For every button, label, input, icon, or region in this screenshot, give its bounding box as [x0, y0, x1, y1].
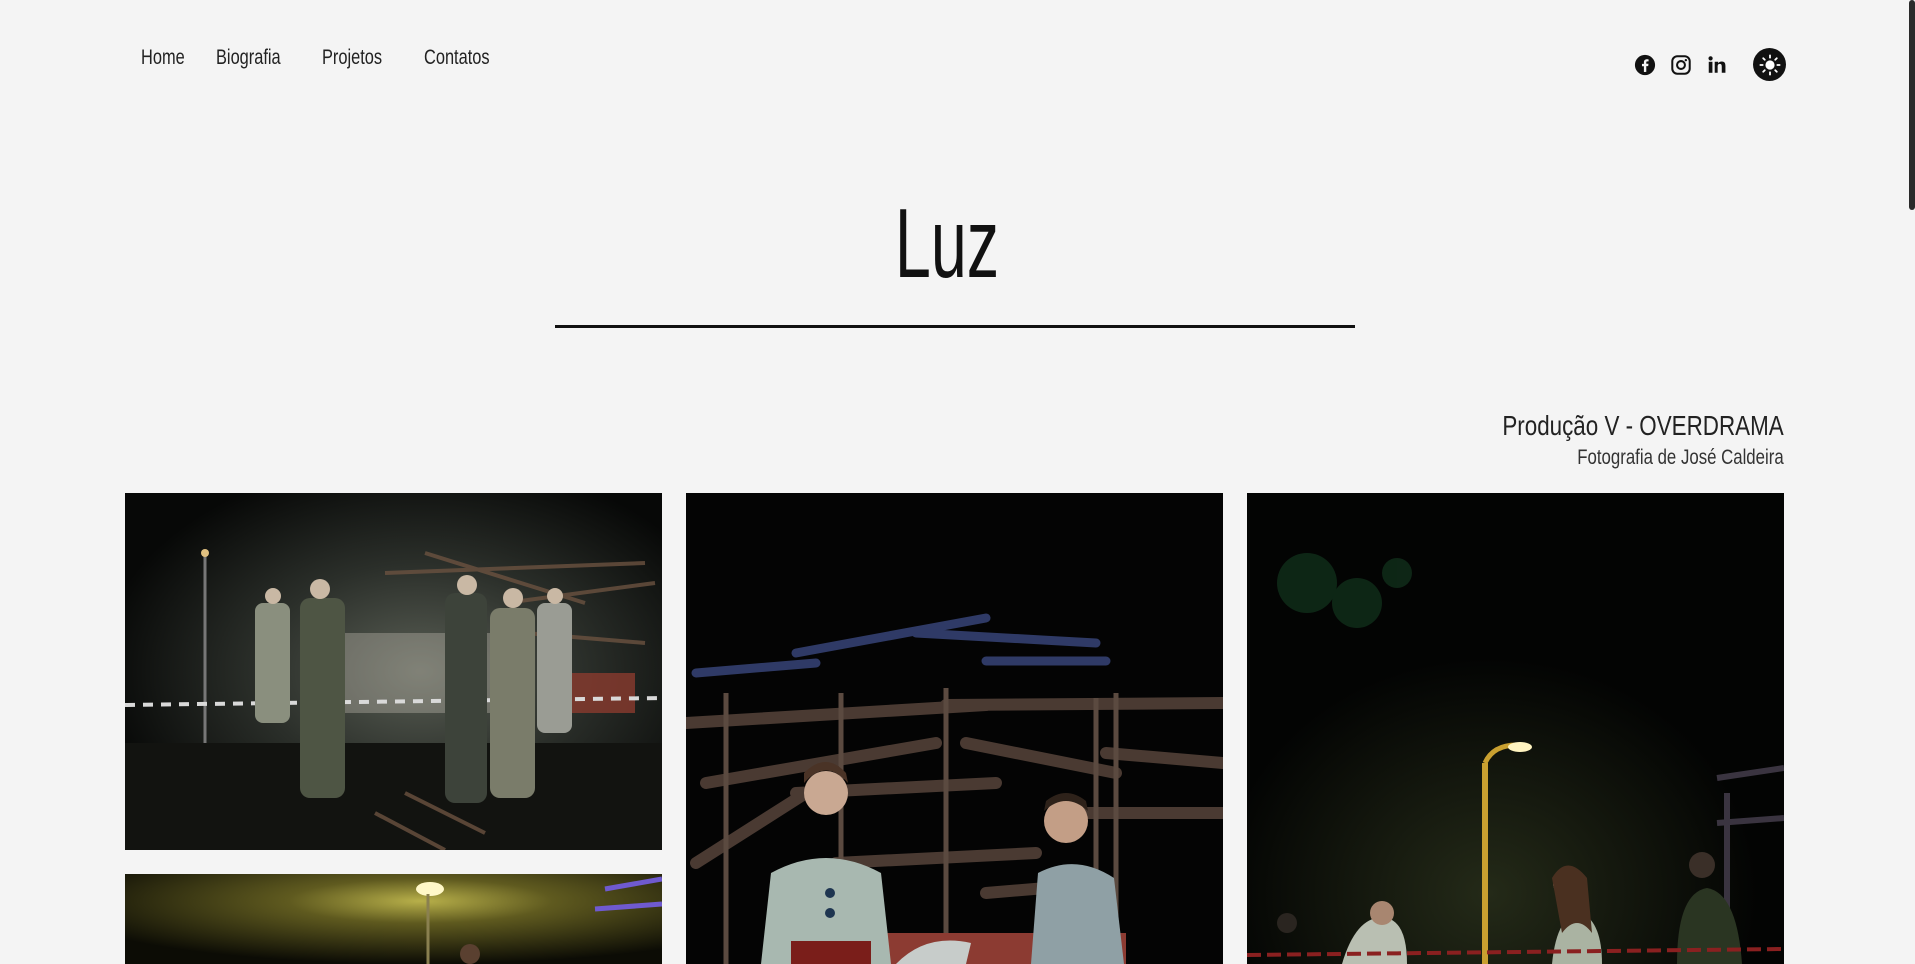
- production-credit: Produção V - OVERDRAMA: [1502, 410, 1784, 441]
- linkedin-icon[interactable]: [1705, 53, 1729, 77]
- gallery-photo[interactable]: [1247, 493, 1784, 964]
- credits: Produção V - OVERDRAMA Fotografia de Jos…: [1432, 410, 1784, 470]
- gallery-photo[interactable]: [686, 493, 1223, 964]
- facebook-icon[interactable]: [1633, 53, 1657, 77]
- social-links: [1621, 48, 1786, 81]
- main-nav: Home Biografia Projetos Contatos: [141, 46, 504, 70]
- theme-toggle-button[interactable]: [1753, 48, 1786, 81]
- gallery-photo[interactable]: [125, 493, 662, 850]
- nav-projetos-link[interactable]: Projetos: [322, 46, 402, 70]
- sun-icon: [1758, 53, 1781, 76]
- nav-home-link[interactable]: Home: [141, 46, 200, 70]
- gallery-photo[interactable]: [125, 874, 662, 964]
- instagram-icon[interactable]: [1669, 53, 1693, 77]
- photography-credit: Fotografia de José Caldeira: [1577, 446, 1784, 469]
- nav-biografia-link[interactable]: Biografia: [216, 46, 299, 70]
- page-title: Luz: [895, 188, 1000, 298]
- scrollbar[interactable]: [1909, 0, 1915, 210]
- title-divider: [555, 325, 1355, 328]
- nav-contatos-link[interactable]: Contatos: [424, 46, 490, 70]
